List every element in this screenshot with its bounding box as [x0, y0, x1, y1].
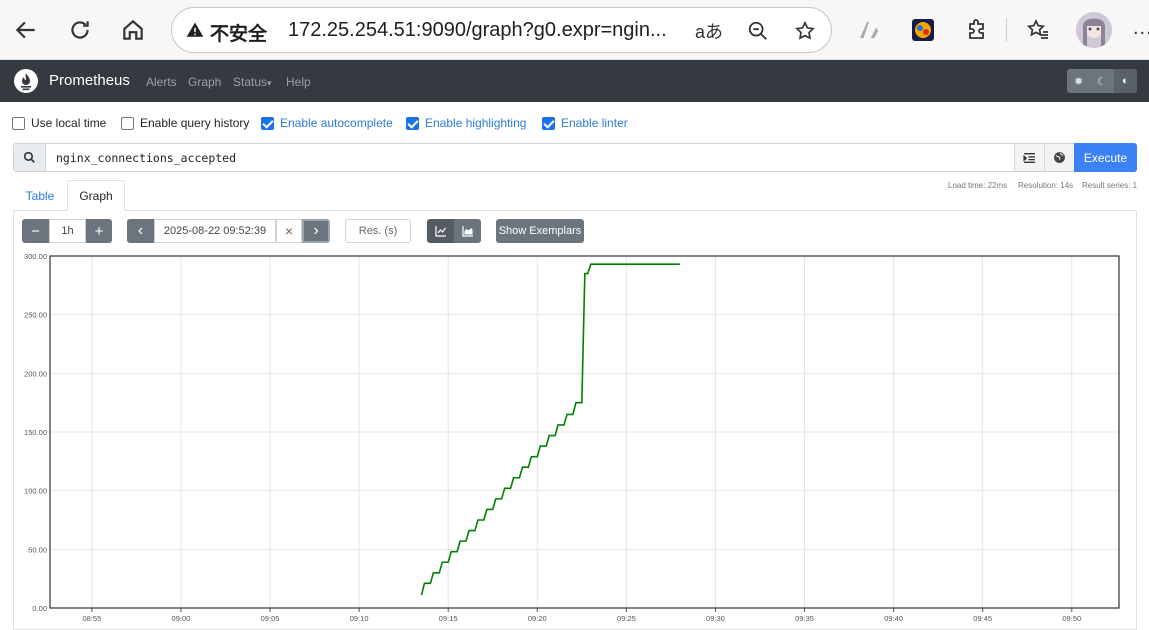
address-bar[interactable]: 不安全 172.25.254.51:9090/graph?g0.expr=ngi…: [171, 7, 832, 53]
nav-status[interactable]: Status▾: [233, 75, 272, 89]
x-tick-label: 09:30: [706, 614, 725, 623]
security-warning[interactable]: 不安全: [186, 19, 267, 46]
option-label: Enable linter: [561, 116, 628, 130]
y-tick-label: 150.00: [24, 428, 47, 437]
checkbox-checked[interactable]: [406, 116, 419, 130]
show-exemplars-button[interactable]: Show Exemplars: [496, 219, 584, 243]
x-tick-label: 09:10: [350, 614, 369, 623]
decrease-range-button[interactable]: −: [22, 219, 49, 243]
extension-a-icon[interactable]: [853, 14, 885, 46]
profile-avatar[interactable]: [1076, 12, 1112, 48]
graph-chart: 0.00 50.00 100.00 150.00 200.00 250.00 300.00 0…: [0, 248, 1149, 624]
line-chart-icon[interactable]: [427, 219, 454, 243]
url-text[interactable]: 172.25.254.51:9090/graph?g0.expr=ngin...: [288, 19, 667, 42]
option-autocomplete[interactable]: Enable autocomplete: [261, 116, 393, 130]
expression-text[interactable]: nginx_connections_accepted: [56, 151, 236, 165]
option-label: Enable highlighting: [425, 116, 527, 130]
increase-range-button[interactable]: +: [86, 219, 112, 243]
nav-status-label: Status: [233, 75, 268, 89]
checkbox[interactable]: [12, 116, 25, 130]
option-use-local-time[interactable]: Use local time: [12, 116, 106, 130]
favorite-star-icon[interactable]: [791, 17, 819, 45]
prometheus-navbar: Prometheus Alerts Graph Status▾ Help: [0, 60, 1149, 102]
previous-time-button[interactable]: ‹: [127, 219, 154, 243]
extensions-puzzle-icon[interactable]: [961, 14, 993, 46]
checkbox-checked[interactable]: [261, 116, 274, 130]
metrics-explorer-icon[interactable]: [1044, 144, 1074, 171]
checkbox-checked[interactable]: [542, 116, 555, 130]
format-expression-icon[interactable]: [1014, 144, 1044, 171]
x-tick-label: 08:55: [82, 614, 101, 623]
option-label: Enable query history: [140, 116, 250, 130]
y-tick-label: 300.00: [24, 252, 47, 261]
light-theme-icon[interactable]: ✹: [1067, 69, 1090, 93]
x-tick-label: 09:45: [973, 614, 992, 623]
option-linter[interactable]: Enable linter: [542, 116, 628, 130]
chart-svg: 0.00 50.00 100.00 150.00 200.00 250.00 300.00 0…: [24, 252, 1120, 623]
x-tick-label: 09:20: [528, 614, 547, 623]
nav-alerts[interactable]: Alerts: [146, 75, 177, 89]
end-time-input[interactable]: 2025-08-22 09:52:39: [154, 219, 276, 243]
tab-table[interactable]: Table: [14, 180, 66, 211]
clear-end-time-button[interactable]: ×: [276, 219, 302, 243]
security-label: 不安全: [210, 24, 268, 45]
dark-theme-icon[interactable]: ☾: [1090, 69, 1113, 93]
toolbar-divider: [1006, 18, 1007, 42]
option-label: Use local time: [31, 116, 107, 130]
option-label: Enable autocomplete: [280, 116, 393, 130]
nav-graph[interactable]: Graph: [188, 75, 221, 89]
favorites-icon[interactable]: [1022, 14, 1054, 46]
x-tick-label: 09:15: [439, 614, 458, 623]
expression-input[interactable]: nginx_connections_accepted: [13, 143, 1137, 172]
auto-theme-icon[interactable]: ◐: [1113, 69, 1137, 93]
x-tick-label: 09:50: [1062, 614, 1081, 623]
x-tick-label: 09:25: [617, 614, 636, 623]
warning-icon: [186, 21, 204, 45]
reload-icon[interactable]: [62, 12, 98, 48]
y-tick-label: 250.00: [24, 311, 47, 320]
y-tick-label: 100.00: [24, 487, 47, 496]
next-time-button[interactable]: ›: [302, 219, 330, 243]
nav-help[interactable]: Help: [286, 75, 311, 89]
chevron-down-icon: ▾: [267, 78, 272, 88]
resolution-stat: Resolution: 14s: [1018, 181, 1074, 190]
checkbox[interactable]: [121, 116, 134, 130]
search-icon: [14, 144, 46, 171]
extension-color-icon[interactable]: [907, 14, 939, 46]
series-line: [420, 263, 680, 596]
prometheus-logo-icon[interactable]: [14, 69, 38, 93]
more-menu-icon[interactable]: ...: [1133, 17, 1149, 40]
x-tick-label: 09:35: [795, 614, 814, 623]
x-tick-label: 09:05: [261, 614, 280, 623]
browser-toolbar: 不安全 172.25.254.51:9090/graph?g0.expr=ngi…: [0, 0, 1149, 60]
home-icon[interactable]: [115, 12, 151, 48]
translate-icon[interactable]: aあ: [695, 17, 723, 45]
resolution-input[interactable]: Res. (s): [345, 219, 411, 243]
load-time: Load time: 22ms: [948, 181, 1008, 190]
brand-title[interactable]: Prometheus: [49, 72, 130, 89]
range-input[interactable]: 1h: [49, 219, 86, 243]
theme-switcher: ✹ ☾ ◐: [1067, 69, 1137, 93]
execute-button[interactable]: Execute: [1074, 143, 1137, 172]
back-icon[interactable]: [8, 12, 44, 48]
stacked-chart-icon[interactable]: [454, 219, 481, 243]
result-series: Result series: 1: [1082, 181, 1138, 190]
x-tick-label: 09:00: [172, 614, 191, 623]
tab-graph[interactable]: Graph: [67, 180, 125, 211]
x-tick-label: 09:40: [884, 614, 903, 623]
zoom-icon[interactable]: [744, 17, 772, 45]
y-tick-label: 0.00: [32, 604, 47, 613]
y-tick-label: 50.00: [28, 545, 47, 554]
option-highlighting[interactable]: Enable highlighting: [406, 116, 526, 130]
y-tick-label: 200.00: [24, 369, 47, 378]
option-query-history[interactable]: Enable query history: [121, 116, 249, 130]
